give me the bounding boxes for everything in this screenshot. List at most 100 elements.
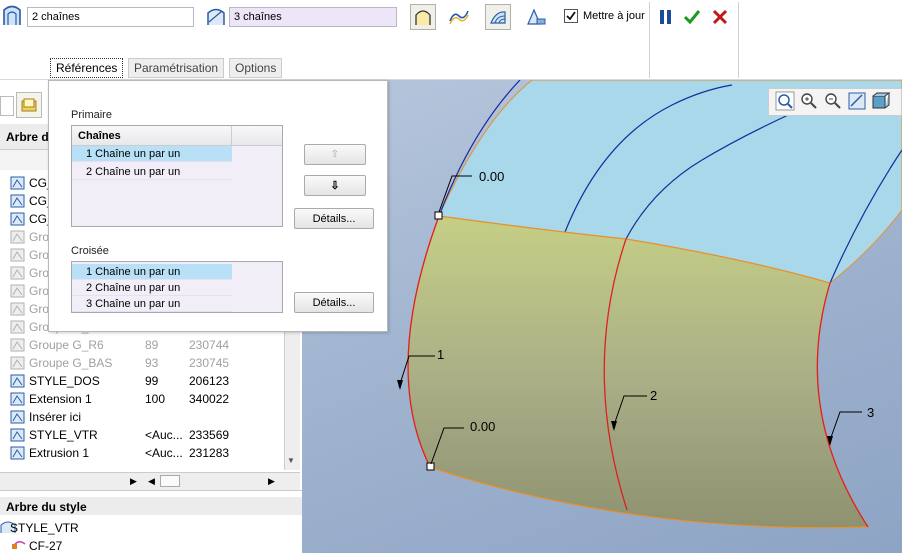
vertex-marker[interactable]	[434, 211, 443, 220]
tree-row-name: STYLE_DOS	[29, 374, 100, 388]
tab-references[interactable]: Références	[50, 58, 124, 78]
tree-header: Arbre d	[6, 130, 49, 144]
references-panel: Primaire Chaînes 1 Chaîne un par un 2 Ch…	[48, 80, 388, 332]
shading-icon[interactable]	[871, 91, 891, 114]
list-item[interactable]: 3 Chaîne un par un	[72, 296, 232, 312]
style-tree-title: Arbre du style	[6, 500, 87, 514]
pause-icon	[660, 10, 671, 24]
second-direction-icon	[205, 6, 227, 31]
arch-surface-icon	[415, 10, 431, 25]
glasses-icon	[527, 8, 546, 25]
tree-row[interactable]: Insérer ici	[0, 408, 290, 426]
graphics-viewport[interactable]: 0.00 0.00 1 2 3	[302, 80, 902, 553]
close-icon	[712, 9, 728, 25]
tree-row-name: Extension 1	[29, 392, 92, 406]
tree-row-value: 89	[145, 338, 159, 352]
tree-tab-icon[interactable]	[0, 96, 14, 116]
tree-row[interactable]: Extension 1 100 340022	[0, 390, 290, 408]
tree-row[interactable]: Extrusion 1 <Auc... 231283	[0, 444, 290, 462]
analysis-button[interactable]	[523, 4, 549, 30]
pause-button[interactable]	[653, 4, 679, 30]
scroll-down-icon[interactable]: ▼	[287, 456, 295, 465]
scroll-thumb[interactable]	[160, 475, 180, 487]
feature-icon	[10, 302, 25, 316]
curvature-button[interactable]	[446, 4, 472, 30]
zoom-out-icon[interactable]	[823, 91, 843, 114]
cross-chain-list[interactable]: 1 Chaîne un par un 2 Chaîne un par un 3 …	[71, 261, 283, 313]
details-button[interactable]: Détails...	[294, 208, 374, 229]
scroll-right-icon[interactable]: ▶	[130, 476, 137, 487]
details-button[interactable]: Détails...	[294, 292, 374, 313]
arrow-up-icon: ⇧	[330, 149, 340, 160]
move-down-button[interactable]: ⇩	[304, 175, 366, 196]
boundary-condition-button[interactable]	[410, 4, 436, 30]
tree-row-value: 233569	[189, 428, 230, 442]
feature-icon	[10, 194, 25, 208]
tree-row-value: 340022	[189, 392, 230, 406]
tree-row-name: Insérer ici	[29, 410, 82, 424]
feature-dashboard: 2 chaînes 3 chaînes Mettre à jour Référe…	[0, 0, 902, 80]
curve-label: 2	[650, 388, 658, 403]
update-label: Mettre à jour	[583, 10, 645, 22]
feature-icon	[10, 266, 25, 280]
feature-icon	[10, 392, 25, 406]
tree-row-value: 206123	[189, 374, 230, 388]
feature-icon	[10, 410, 25, 424]
tree-hscrollbar[interactable]: ▶ ◀ ▶	[0, 472, 300, 490]
first-direction-field[interactable]: 2 chaînes	[27, 7, 194, 27]
feature-icon	[10, 428, 25, 442]
tree-row[interactable]: STYLE_DOS 99 206123	[0, 372, 290, 390]
style-tree: Arbre du style STYLE_VTR CF-27	[0, 490, 302, 553]
feature-icon	[10, 320, 25, 334]
preview-button[interactable]	[485, 4, 511, 30]
tree-row-value: 99	[145, 374, 159, 388]
feature-icon	[10, 446, 25, 460]
checkmark-icon	[564, 9, 578, 23]
style-tree-item[interactable]: CF-27	[29, 539, 62, 553]
folder-icon[interactable]	[16, 92, 42, 118]
tab-options[interactable]: Options	[229, 58, 283, 78]
vertex-marker[interactable]	[426, 462, 435, 471]
curve-label: 1	[437, 347, 445, 362]
tree-row[interactable]: STYLE_VTR <Auc... 233569	[0, 426, 290, 444]
wave-surface-icon	[449, 10, 469, 25]
model-graphics	[397, 80, 902, 529]
tree-row[interactable]: Groupe G_R6 89 230744	[0, 336, 290, 354]
primary-chain-list[interactable]: Chaînes 1 Chaîne un par un 2 Chaîne un p…	[71, 125, 283, 227]
scroll-right-icon[interactable]: ▶	[268, 476, 275, 487]
list-item[interactable]: 1 Chaîne un par un	[72, 264, 232, 280]
list-item[interactable]: 2 Chaîne un par un	[72, 164, 232, 180]
apply-button[interactable]	[679, 4, 705, 30]
feature-icon	[10, 374, 25, 388]
cancel-button[interactable]	[707, 4, 733, 30]
tree-tabs	[0, 92, 50, 120]
tree-row-name: Extrusion 1	[29, 446, 90, 460]
tab-parametrisation[interactable]: Paramétrisation	[128, 58, 225, 78]
zoom-window-icon[interactable]	[775, 91, 795, 114]
zoom-in-icon[interactable]	[799, 91, 819, 114]
update-checkbox[interactable]	[564, 9, 578, 26]
move-up-button[interactable]: ⇧	[304, 144, 366, 165]
boundary-blend-icon	[2, 5, 22, 30]
chains-column-header: Chaînes	[72, 126, 232, 145]
value-label[interactable]: 0.00	[470, 419, 495, 434]
style-tree-item[interactable]: STYLE_VTR	[10, 521, 79, 535]
tree-row-value: 230745	[189, 356, 230, 370]
arrow-head	[397, 380, 403, 390]
tree-row-name: STYLE_VTR	[29, 428, 98, 442]
list-item[interactable]: 1 Chaîne un par un	[72, 146, 232, 162]
value-label[interactable]: 0.00	[479, 169, 504, 184]
scroll-left-icon[interactable]: ◀	[148, 476, 155, 487]
tree-scrollbar[interactable]: ▼	[284, 320, 300, 470]
divider	[738, 2, 739, 78]
list-item[interactable]: 2 Chaîne un par un	[72, 280, 232, 296]
arrow-down-icon: ⇩	[330, 180, 340, 192]
tree-row-name: Groupe G_R6	[29, 338, 104, 352]
refit-icon[interactable]	[847, 91, 867, 114]
tree-row[interactable]: Groupe G_BAS 93 230745	[0, 354, 290, 372]
check-icon	[683, 10, 701, 25]
tree-row-value: 230744	[189, 338, 230, 352]
feature-icon	[10, 176, 25, 190]
second-direction-field[interactable]: 3 chaînes	[229, 7, 397, 27]
tree-row-value: <Auc...	[145, 446, 183, 460]
